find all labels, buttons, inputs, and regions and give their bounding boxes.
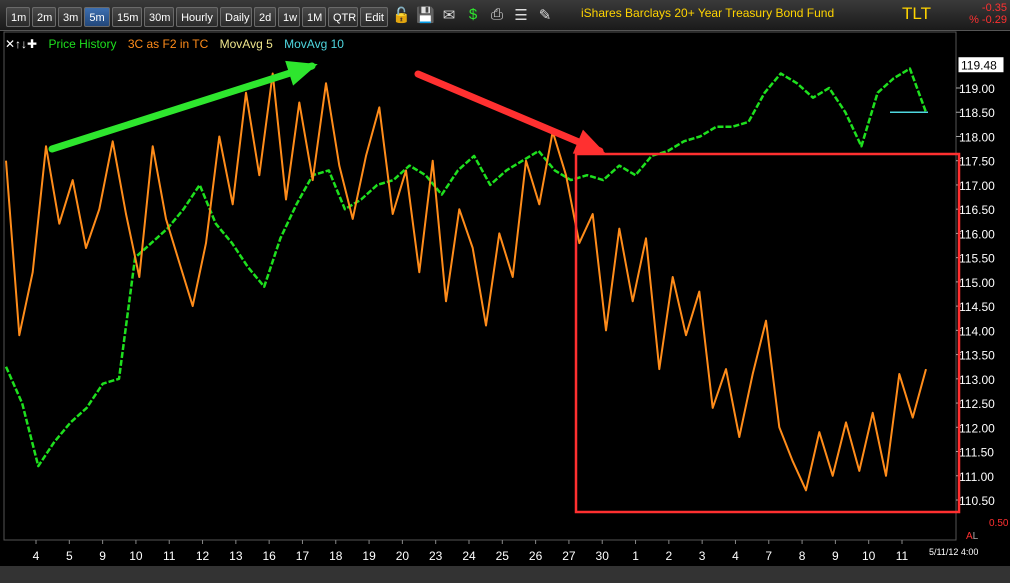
x-tick-label: 23 xyxy=(429,549,443,563)
x-tick-label: 20 xyxy=(396,549,410,563)
x-tick-label: 7 xyxy=(765,549,772,563)
y-tick-label: 116.50 xyxy=(959,203,995,217)
rising-arrow xyxy=(48,62,316,153)
x-tick-label: 9 xyxy=(99,549,106,563)
a-label[interactable]: AL xyxy=(966,531,978,542)
x-tick-label: 16 xyxy=(262,549,276,563)
month-axis xyxy=(0,566,1010,583)
indicator-3c-line xyxy=(5,72,927,492)
y-tick-label: 112.00 xyxy=(959,421,995,435)
x-tick-label: 27 xyxy=(562,549,576,563)
falling-arrow xyxy=(414,70,604,155)
legend-arrows-icon[interactable]: ✕↑↓✚ xyxy=(5,37,37,51)
x-tick-label: 4 xyxy=(732,549,739,563)
x-tick-label: 17 xyxy=(296,549,310,563)
legend-indicator[interactable]: 3C as F2 in TC xyxy=(128,37,208,51)
x-tick-label: 19 xyxy=(362,549,376,563)
legend-ma10[interactable]: MovAvg 10 xyxy=(284,37,344,51)
y-tick-label: 117.50 xyxy=(959,155,995,169)
legend-ma5[interactable]: MovAvg 5 xyxy=(220,37,273,51)
x-tick-label: 12 xyxy=(196,549,210,563)
y-tick-label: 118.50 xyxy=(959,106,995,120)
date-stamp: 5/11/12 4:00 xyxy=(929,547,979,557)
x-tick-label: 10 xyxy=(129,549,143,563)
y-tick-label: 110.50 xyxy=(959,494,995,508)
y-tick-label: 119.00 xyxy=(959,82,995,96)
x-tick-label: 18 xyxy=(329,549,343,563)
x-tick-label: 3 xyxy=(699,549,706,563)
rising-arrow-head xyxy=(285,60,318,86)
last-price-label: 119.48 xyxy=(961,59,997,73)
x-tick-label: 11 xyxy=(896,549,909,563)
y-tick-label: 112.50 xyxy=(959,397,995,411)
y-tick-extra: 0.50 xyxy=(989,518,1009,529)
y-tick-label: 114.00 xyxy=(959,324,995,338)
y-tick-label: 115.50 xyxy=(959,252,995,266)
x-tick-label: 30 xyxy=(596,549,610,563)
y-tick-label: 111.00 xyxy=(959,470,994,484)
x-tick-label: 2 xyxy=(666,549,673,563)
legend-price[interactable]: Price History xyxy=(48,37,116,51)
y-tick-label: 117.00 xyxy=(959,179,995,193)
x-tick-label: 1 xyxy=(632,549,639,563)
x-tick-label: 25 xyxy=(496,549,510,563)
chart-legend: ✕↑↓✚ Price History 3C as F2 in TC MovAvg… xyxy=(5,37,352,51)
x-tick-label: 13 xyxy=(229,549,243,563)
x-tick-label: 26 xyxy=(529,549,543,563)
x-tick-label: 4 xyxy=(33,549,40,563)
x-tick-label: 24 xyxy=(462,549,476,563)
x-tick-label: 5 xyxy=(66,549,73,563)
y-tick-label: 114.50 xyxy=(959,300,995,314)
x-tick-label: 10 xyxy=(862,549,876,563)
y-tick-label: 115.00 xyxy=(959,276,995,290)
price-history-line xyxy=(4,67,928,468)
x-tick-label: 8 xyxy=(799,549,806,563)
x-tick-label: 9 xyxy=(832,549,839,563)
y-tick-label: 113.50 xyxy=(959,349,995,363)
y-tick-label: 118.00 xyxy=(959,130,995,144)
price-chart[interactable]: 119.00 118.50 118.00 117.50 117.00 116.50 116.… xyxy=(0,0,1010,583)
y-tick-label: 111.50 xyxy=(959,446,994,460)
x-tick-label: 11 xyxy=(163,549,176,563)
y-tick-label: 116.00 xyxy=(959,227,995,241)
y-tick-label: 113.00 xyxy=(959,373,995,387)
